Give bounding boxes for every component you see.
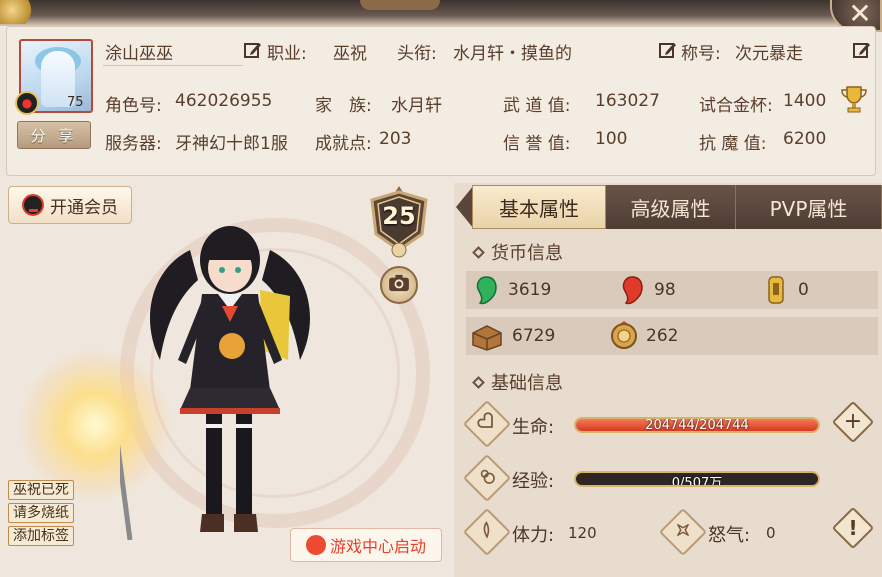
currency-section: 货币信息 <box>472 239 563 265</box>
green-jade-value: 3619 <box>508 280 552 300</box>
job-value: 巫祝 <box>333 44 367 64</box>
crate-icon <box>470 321 504 351</box>
title-value: 水月轩・摸鱼的 <box>453 44 572 64</box>
character-level: 25 <box>382 202 416 230</box>
window-top-frame <box>0 0 882 26</box>
stamina-rage-row: 体力: 120 怒气: 0 ! <box>462 506 875 557</box>
currency-title: 货币信息 <box>491 243 563 264</box>
profile-info-panel: ● 75 分 享 涂山巫巫 职业: 巫祝 头衔: 水月轩・摸鱼的 称号: 次元暴… <box>6 26 876 176</box>
tag-button[interactable]: 请多烧纸 <box>8 503 74 523</box>
nickname-value: 次元暴走 <box>735 44 803 64</box>
gold-token-currency: 0 <box>762 271 809 309</box>
qq-penguin-icon: ● <box>15 91 39 115</box>
character-figure <box>120 226 310 540</box>
wudao-label: 武 道 值: <box>503 96 571 116</box>
diamond-icon <box>472 245 485 259</box>
antimagic-label: 抗 魔 值: <box>699 134 767 154</box>
game-center-label: 游戏中心启动 <box>329 537 426 556</box>
hp-row: 生命: 204744/204744 + <box>462 399 875 449</box>
attribute-tabs: 基本属性 高级属性 PVP属性 <box>454 183 882 229</box>
red-jade-icon <box>618 275 646 305</box>
open-vip-label: 开通会员 <box>50 197 118 218</box>
currency-row: 6729 262 <box>466 317 878 355</box>
stamina-value: 120 <box>568 524 597 542</box>
attribute-panel: 基本属性 高级属性 PVP属性 货币信息 3619 98 0 6729 262 … <box>454 183 882 577</box>
level-badge: 25 <box>364 184 434 260</box>
credit-value: 100 <box>595 129 628 149</box>
cup-value: 1400 <box>783 91 827 111</box>
add-hp-button[interactable]: + <box>831 400 875 444</box>
achievement-value: 203 <box>379 129 412 149</box>
exp-label: 经验: <box>512 471 555 492</box>
wood-crate-currency: 6729 <box>470 317 555 355</box>
player-name: 涂山巫巫 <box>105 44 173 64</box>
edit-icon[interactable] <box>853 41 871 59</box>
exclamation-icon: ! <box>848 516 858 540</box>
stamina-label: 体力: <box>512 525 555 546</box>
credit-label: 信 誉 值: <box>503 134 571 154</box>
currency-row: 3619 98 0 <box>466 271 878 309</box>
tag-button[interactable]: 巫祝已死 <box>8 480 74 500</box>
role-id-value: 462026955 <box>175 91 273 111</box>
exp-bar: 0/507万 <box>574 471 820 487</box>
achievement-label: 成就点: <box>315 134 372 154</box>
camera-icon <box>388 274 410 296</box>
coin-currency: 262 <box>610 317 678 355</box>
red-jade-currency: 98 <box>618 271 676 309</box>
coin-icon <box>610 321 638 351</box>
camera-button[interactable] <box>380 266 418 304</box>
tab-pvp[interactable]: PVP属性 <box>736 185 882 229</box>
red-jade-value: 98 <box>654 280 676 300</box>
info-alert-button[interactable]: ! <box>831 506 875 550</box>
clan-value: 水月轩 <box>391 96 442 116</box>
antimagic-value: 6200 <box>783 129 827 149</box>
clan-label: 家 族: <box>315 96 372 116</box>
edit-icon[interactable] <box>244 41 262 59</box>
coin-value: 262 <box>646 326 679 346</box>
basic-section: 基础信息 <box>472 369 563 395</box>
plus-icon: + <box>843 409 863 434</box>
top-center-ornament <box>360 0 440 10</box>
tab-basic[interactable]: 基本属性 <box>472 185 606 229</box>
exp-text: 0/507万 <box>671 476 723 487</box>
hp-text: 204744/204744 <box>645 418 749 433</box>
game-center-launch-button[interactable]: 游戏中心启动 <box>290 528 442 562</box>
green-jade-icon <box>472 275 500 305</box>
trophy-icon <box>841 85 867 113</box>
tab-advanced[interactable]: 高级属性 <box>606 185 736 229</box>
wudao-value: 163027 <box>595 91 660 111</box>
hp-bar: 204744/204744 <box>574 417 820 433</box>
server-label: 服务器: <box>105 134 162 154</box>
qq-penguin-icon <box>22 194 44 216</box>
rage-value: 0 <box>766 524 776 542</box>
green-jade-currency: 3619 <box>472 271 551 309</box>
hp-label: 生命: <box>512 417 555 438</box>
exp-row: 经验: 0/507万 <box>462 453 870 503</box>
corner-ornament <box>0 0 40 24</box>
basic-title: 基础信息 <box>491 373 563 394</box>
open-vip-button[interactable]: 开通会员 <box>8 186 132 224</box>
rage-label: 怒气: <box>708 525 751 546</box>
add-tag-button[interactable]: 添加标签 <box>8 526 74 546</box>
gold-token-icon <box>762 275 790 305</box>
gold-token-value: 0 <box>798 280 809 300</box>
qq-penguin-icon <box>305 535 326 555</box>
title-label: 头衔: <box>397 44 437 64</box>
avatar-level: 75 <box>67 95 84 110</box>
share-button[interactable]: 分 享 <box>17 121 91 149</box>
edit-icon[interactable] <box>659 41 677 59</box>
character-display: 开通会员 25 巫祝已死 请多烧纸 添加标签 游戏中心启动 <box>0 180 450 577</box>
role-id-label: 角色号: <box>105 96 162 116</box>
job-label: 职业: <box>267 44 307 64</box>
wood-crate-value: 6729 <box>512 326 556 346</box>
diamond-icon <box>472 375 485 389</box>
cup-label: 试合金杯: <box>699 96 773 116</box>
nickname-label: 称号: <box>681 44 721 64</box>
server-value: 牙神幻十郎1服 <box>175 134 288 154</box>
